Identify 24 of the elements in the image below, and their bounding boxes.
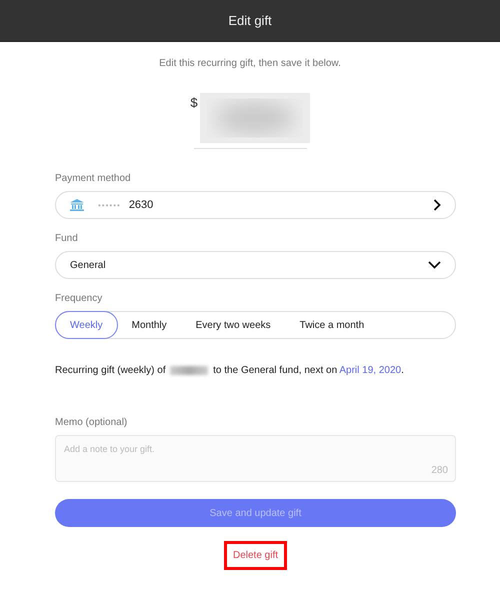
chevron-right-icon bbox=[433, 199, 441, 211]
bank-icon bbox=[70, 199, 84, 211]
summary-text: Recurring gift (weekly) of to the General fund, next on April 19, 2020. bbox=[55, 364, 405, 378]
field-label: Frequency bbox=[55, 293, 104, 304]
currency-symbol: $ bbox=[190, 95, 198, 112]
field-label: Payment method bbox=[55, 173, 132, 184]
page-title: Edit gift bbox=[228, 13, 272, 28]
character-counter: 280 bbox=[431, 465, 448, 476]
field-label: Fund bbox=[55, 233, 79, 244]
frequency-option[interactable]: Monthly bbox=[116, 311, 182, 339]
subtitle: Edit this recurring gift, then save it below. bbox=[158, 58, 342, 69]
account-last-digits: 2630 bbox=[128, 199, 154, 211]
date-link[interactable]: April 19, 2020 bbox=[339, 365, 402, 376]
frequency-option[interactable]: Every two weeks bbox=[180, 311, 286, 339]
frequency-option[interactable]: Weekly bbox=[55, 311, 118, 339]
field-label: Memo (optional) bbox=[55, 417, 128, 428]
payment-method-selector[interactable]: •••••• 2630 bbox=[55, 191, 456, 219]
masked-digits: •••••• bbox=[98, 200, 121, 210]
delete-button[interactable]: Delete gift bbox=[224, 541, 288, 570]
redacted-amount bbox=[170, 366, 208, 375]
chevron-down-icon bbox=[428, 261, 441, 269]
fund-dropdown[interactable]: General bbox=[55, 251, 456, 279]
frequency-option[interactable]: Twice a month bbox=[284, 311, 380, 339]
fund-value: General bbox=[70, 260, 106, 270]
